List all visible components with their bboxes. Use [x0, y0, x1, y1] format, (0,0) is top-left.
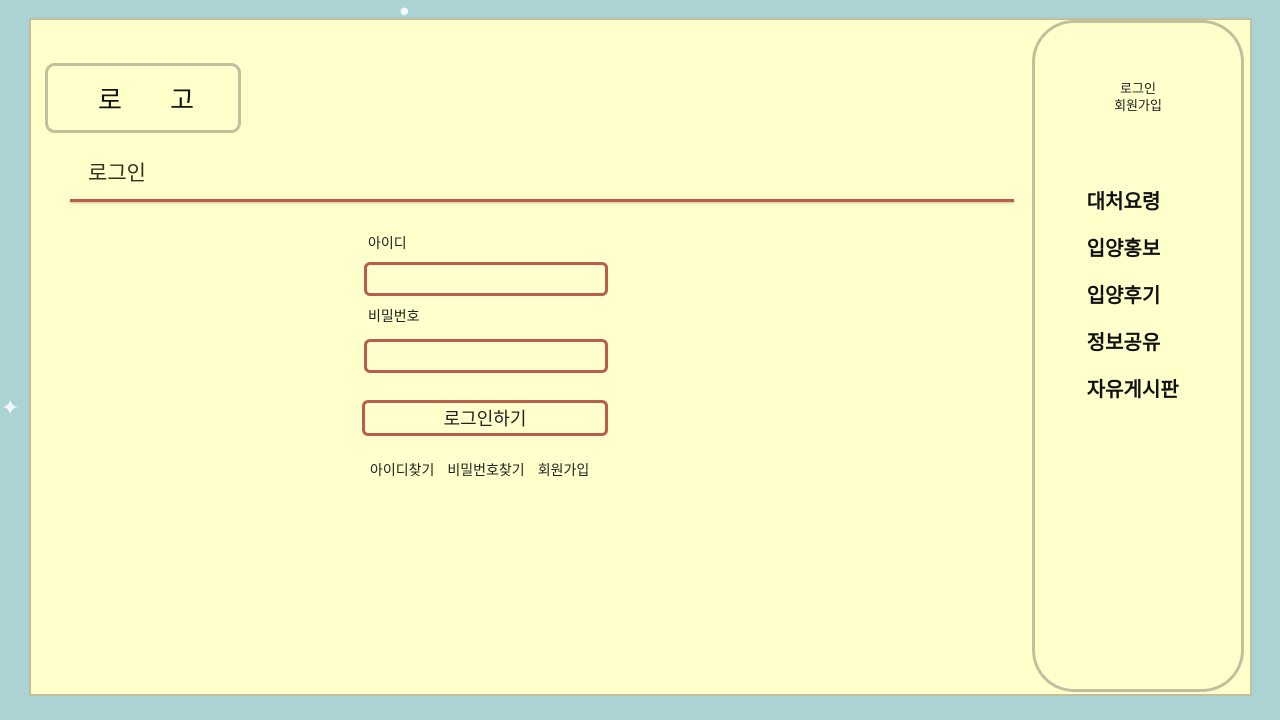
id-label: 아이디	[368, 236, 407, 252]
sidebar-item-free-board[interactable]: 자유게시판	[1087, 375, 1179, 422]
page-title: 로그인	[88, 161, 146, 185]
account-help-links: 아이디찾기 비밀번호찾기 회원가입	[370, 460, 624, 480]
sidebar-account-links: 로그인 회원가입	[1035, 81, 1241, 115]
find-password-link[interactable]: 비밀번호찾기	[447, 460, 524, 480]
password-input[interactable]	[364, 339, 608, 373]
login-form: 아이디 비밀번호 로그인하기 아이디찾기 비밀번호찾기 회원가입	[362, 234, 624, 480]
dot-icon: ●	[400, 6, 409, 17]
sidebar-item-adoption-promo[interactable]: 입양홍보	[1087, 234, 1179, 281]
login-button[interactable]: 로그인하기	[362, 400, 608, 436]
sidebar-item-emergency-guide[interactable]: 대처요령	[1087, 187, 1179, 234]
sidebar-item-info-sharing[interactable]: 정보공유	[1087, 328, 1179, 375]
sidebar-login-link[interactable]: 로그인	[1035, 81, 1241, 98]
title-divider	[70, 199, 1014, 202]
logo[interactable]: 로 고	[45, 63, 241, 133]
sidebar-signup-link[interactable]: 회원가입	[1035, 98, 1241, 115]
id-input[interactable]	[364, 262, 608, 296]
signup-link[interactable]: 회원가입	[538, 460, 590, 480]
sidebar-item-adoption-reviews[interactable]: 입양후기	[1087, 281, 1179, 328]
sparkle-icon: ✦	[1, 396, 20, 421]
sidebar: 로그인 회원가입 대처요령 입양홍보 입양후기 정보공유 자유게시판	[1032, 20, 1244, 692]
main-page: 로 고 로그인 아이디 비밀번호 로그인하기 아이디찾기 비밀번호찾기 회원가입…	[29, 18, 1252, 696]
find-id-link[interactable]: 아이디찾기	[370, 460, 434, 480]
logo-text: 로 고	[98, 85, 215, 116]
password-label: 비밀번호	[368, 309, 420, 325]
sidebar-menu: 대처요령 입양홍보 입양후기 정보공유 자유게시판	[1087, 187, 1179, 422]
